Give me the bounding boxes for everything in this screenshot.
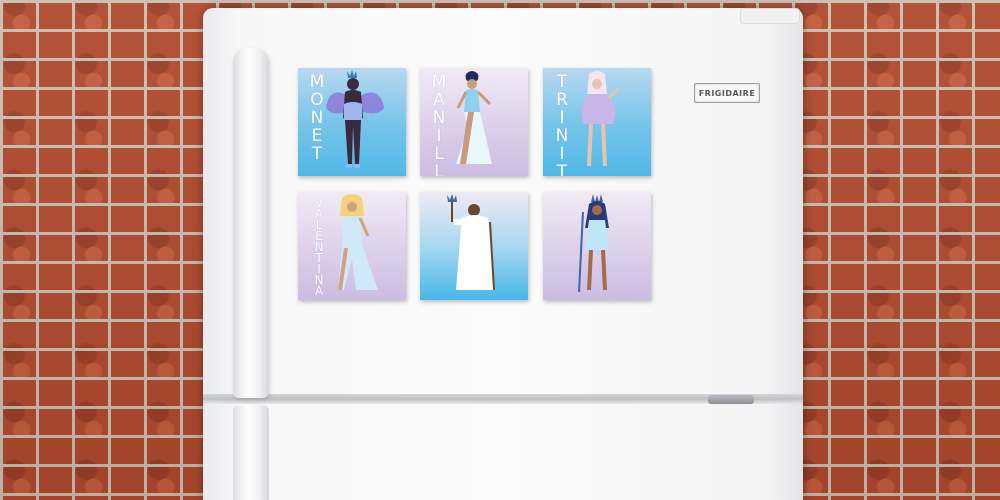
magnet-name-label: TRINITY (552, 72, 572, 176)
magnet-name-label (547, 196, 575, 296)
door-hinge (708, 395, 754, 404)
brand-badge: FRIGIDAIRE (694, 83, 760, 103)
magnet-name-label: MONET (307, 72, 327, 162)
magnet-blue-crown[interactable] (543, 192, 651, 300)
magnet-manilla[interactable]: MANILLA (420, 68, 528, 176)
magnet-trinity[interactable]: TRINITY (543, 68, 651, 176)
magnet-name-label (424, 196, 452, 296)
magnet-valentina[interactable]: VALENTINA (298, 192, 406, 300)
magnet-white-gown[interactable] (420, 192, 528, 300)
magnet-name-label: VALENTINA (312, 196, 326, 295)
magnet-monet[interactable]: MONET (298, 68, 406, 176)
magnet-name-label: MANILLA (429, 72, 449, 176)
fridge-door-handle[interactable] (233, 405, 269, 500)
freezer-door-handle[interactable] (233, 48, 269, 398)
fridge-top-trim (740, 8, 800, 24)
